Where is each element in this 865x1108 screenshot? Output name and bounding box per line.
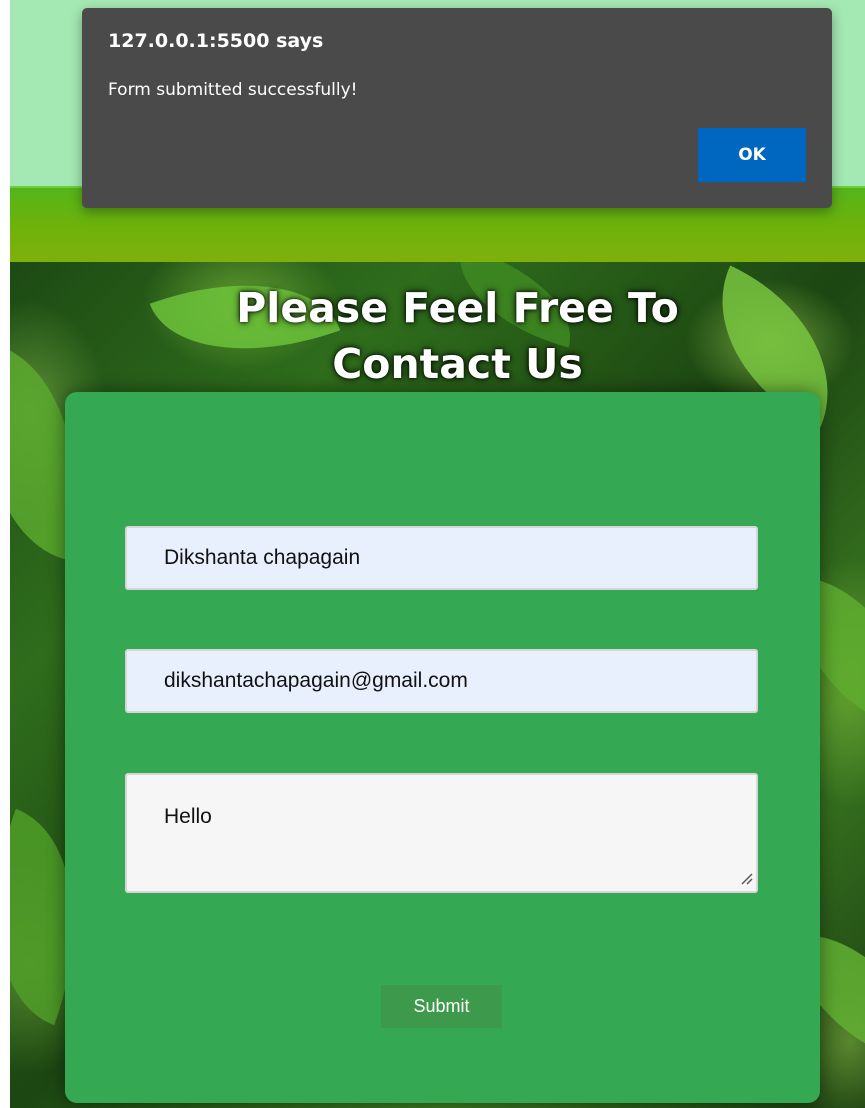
contact-section: Please Feel Free To Contact Us Hello Sub… [10,262,865,1108]
alert-dialog: 127.0.0.1:5500 says Form submitted succe… [82,8,832,208]
alert-title: 127.0.0.1:5500 says [108,30,324,52]
contact-form: Hello Submit [65,392,820,1103]
page-title: Please Feel Free To Contact Us [236,284,679,388]
resize-grip-icon[interactable] [739,871,753,885]
email-input[interactable] [125,649,758,713]
alert-message: Form submitted successfully! [108,80,358,100]
name-input[interactable] [125,526,758,590]
ok-button[interactable]: OK [698,128,806,182]
submit-button[interactable]: Submit [381,985,502,1028]
message-textarea[interactable]: Hello [125,773,758,893]
